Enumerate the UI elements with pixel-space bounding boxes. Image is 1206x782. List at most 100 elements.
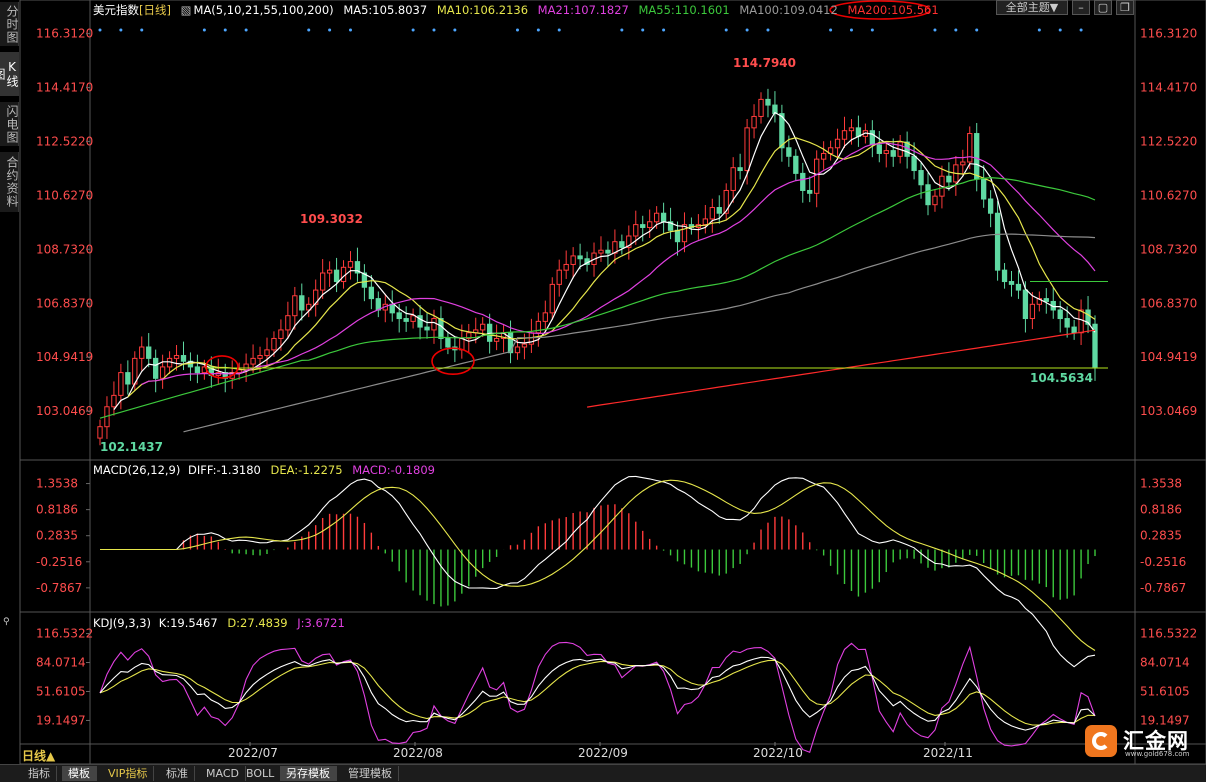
kdj-right-tick: 84.0714 [1140,656,1190,670]
candle [793,155,799,174]
event-dot [933,28,937,32]
event-dot [557,28,561,32]
candle [1043,298,1049,302]
maximize-icon[interactable]: ▢ [1094,0,1112,15]
macd-right-tick: -0.2516 [1140,555,1186,569]
candle [786,147,792,157]
x-tick-label: 2022/09 [578,746,628,760]
period-selector[interactable]: 日线▲ [22,747,55,764]
kdj-right-tick: 51.6105 [1140,684,1190,698]
candle [243,363,249,371]
macd-right-tick: -0.7867 [1140,581,1186,595]
ma100-value: MA100:109.0412 [739,3,838,17]
kdj-left-tick: 51.6105 [36,684,86,698]
event-dot [954,28,958,32]
candle [1064,318,1070,328]
candle [987,198,994,214]
candle [967,133,973,163]
candle [883,150,889,154]
tab-vip-indicator[interactable]: VIP指标 [102,766,155,781]
price-annotation: 102.1437 [100,440,163,454]
macd-diff-line [100,475,1096,668]
candle [800,172,806,191]
event-dot [515,28,519,32]
kdj-left-tick: 19.1497 [36,713,86,727]
tab-timeshare[interactable]: 分时图 [0,2,19,46]
tab-indicator[interactable]: 指标 [22,766,57,781]
kdj-d-line [99,659,1096,726]
event-dot [620,28,624,32]
tab-flash[interactable]: 闪电图 [0,102,19,146]
candle [1022,289,1029,320]
candle [375,298,381,311]
candle [820,152,827,160]
macd-left-tick: 1.3538 [36,477,78,491]
minimize-icon[interactable]: – [1072,0,1090,15]
price-annotation: 104.5634 [1030,371,1093,385]
candle [765,98,771,106]
price-left-tick: 110.6270 [36,188,93,202]
candle [389,303,395,314]
chart-stage: 116.3120 116.3120 114.4170 114.4170 112.5220… [0,0,1206,781]
event-dot [1058,28,1062,32]
candle [660,212,667,223]
ma5-line [113,111,1096,410]
tab-template[interactable]: 模板 [62,766,97,781]
tab-contract-info[interactable]: 合约资料 [0,152,19,212]
tab-standard[interactable]: 标准 [160,766,195,781]
candle [368,286,375,300]
price-right-tick: 114.4170 [1140,81,1197,95]
macd-left-tick: -0.7867 [36,581,82,595]
event-dot [829,28,833,32]
candle [146,346,152,359]
event-dot [432,28,436,32]
candle [890,150,896,157]
price-left-tick: 103.0469 [36,404,93,418]
ma5-value: MA5:105.8037 [343,3,428,17]
candle [118,372,124,396]
ma100-line [183,233,1096,433]
macd-macd: MACD:-0.1809 [352,463,435,477]
x-tick-label: 2022/07 [228,746,278,760]
candle [396,312,402,320]
candle [647,221,653,228]
candle [814,158,820,194]
price-chart-svg[interactable]: 116.3120 116.3120 114.4170 114.4170 112.5220… [0,0,1206,781]
kdj-k: K:19.5467 [158,616,218,630]
event-dot [202,28,206,32]
event-dot [766,28,770,32]
event-dot [244,28,248,32]
candle [737,167,743,172]
candle [514,346,521,354]
ma21-value: MA21:107.1827 [537,3,629,17]
candle [563,263,569,271]
event-dot [328,28,332,32]
candle [744,127,750,172]
candle [981,178,987,200]
candle [605,249,611,254]
tab-save-template[interactable]: 另存模板 [280,766,337,781]
candle [556,269,562,285]
candle [278,329,284,339]
price-right-tick: 112.5220 [1140,134,1197,148]
event-dot [870,28,874,32]
tab-kline[interactable]: K线图 [0,52,19,96]
tab-boll[interactable]: BOLL [240,766,282,781]
bottom-toolbar: 指标 模板 VIP指标 标准 MACD BOLL 另存模板 管理模板 [0,764,1206,782]
candle [598,249,604,254]
candle [932,195,938,206]
candle [250,357,256,365]
candle [493,337,500,342]
tab-manage-template[interactable]: 管理模板 [342,766,399,781]
price-left-tick: 116.3120 [36,27,93,41]
candle [869,130,875,146]
restore-icon[interactable]: ❐ [1116,0,1134,15]
event-dot [724,28,728,32]
price-right-tick: 110.6270 [1140,188,1197,202]
candle [841,130,848,140]
candle [285,315,291,331]
candle [640,224,646,228]
price-left-tick: 106.8370 [36,296,93,310]
gold678-logo: 汇金网 www.gold678.com [1085,723,1203,761]
topic-dropdown[interactable]: 全部主题▼ [996,0,1068,15]
